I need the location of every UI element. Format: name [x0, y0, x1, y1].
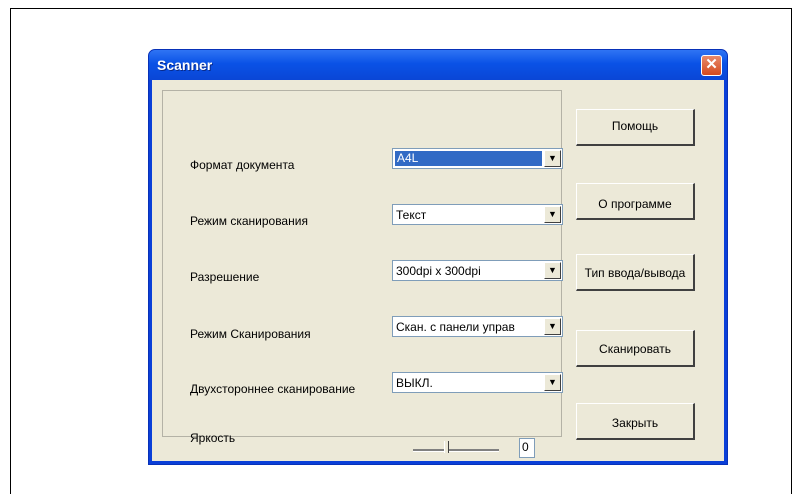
- close-icon[interactable]: ✕: [701, 55, 722, 76]
- scan-button[interactable]: Сканировать: [576, 330, 695, 367]
- resolution-value: 300dpi x 300dpi: [396, 264, 481, 278]
- duplex-label: Двухстороннее сканирование: [190, 382, 356, 396]
- io-type-button[interactable]: Тип ввода/вывода: [576, 254, 695, 291]
- brightness-value-field[interactable]: 0: [519, 438, 535, 458]
- scan-mode-label: Режим сканирования: [190, 214, 308, 228]
- dialog-client-area: Формат документа A4L ▼ Режим сканировани…: [152, 80, 724, 461]
- scan-button-label: Сканировать: [599, 342, 671, 356]
- scan-source-select[interactable]: Скан. с панели управ ▼: [392, 316, 563, 337]
- brightness-label: Яркость: [190, 431, 236, 445]
- resolution-select[interactable]: 300dpi x 300dpi ▼: [392, 260, 563, 281]
- title-bar[interactable]: Scanner ✕: [149, 50, 727, 80]
- brightness-slider-track[interactable]: [413, 449, 499, 452]
- scan-source-label: Режим Сканирования: [190, 327, 311, 341]
- doc-format-value: A4L: [395, 151, 542, 166]
- close-button-label: Закрыть: [611, 416, 659, 430]
- settings-group: Формат документа A4L ▼ Режим сканировани…: [162, 90, 563, 458]
- chevron-down-icon[interactable]: ▼: [544, 318, 561, 335]
- about-button-label: О программе: [598, 197, 672, 211]
- scan-mode-select[interactable]: Текст ▼: [392, 204, 563, 225]
- chevron-down-icon[interactable]: ▼: [544, 262, 561, 279]
- scan-source-value: Скан. с панели управ: [396, 320, 515, 334]
- duplex-select[interactable]: ВЫКЛ. ▼: [392, 372, 563, 393]
- close-button[interactable]: Закрыть: [576, 403, 695, 440]
- chevron-down-icon[interactable]: ▼: [544, 374, 561, 391]
- scan-mode-value: Текст: [396, 208, 427, 222]
- scanner-dialog: Scanner ✕ Формат документа A4L ▼ Режим с…: [148, 49, 728, 465]
- doc-format-label: Формат документа: [190, 158, 295, 172]
- chevron-down-icon[interactable]: ▼: [544, 206, 561, 223]
- about-button[interactable]: О программе: [576, 183, 695, 220]
- window-title: Scanner: [157, 57, 213, 73]
- chevron-down-icon[interactable]: ▼: [544, 150, 561, 167]
- duplex-value: ВЫКЛ.: [396, 376, 433, 390]
- io-type-button-label: Тип ввода/вывода: [584, 266, 686, 280]
- resolution-label: Разрешение: [190, 270, 260, 284]
- doc-format-select[interactable]: A4L ▼: [392, 148, 563, 169]
- help-button[interactable]: Помощь: [576, 109, 695, 146]
- help-button-label: Помощь: [611, 119, 659, 133]
- brightness-slider-thumb[interactable]: [444, 441, 449, 453]
